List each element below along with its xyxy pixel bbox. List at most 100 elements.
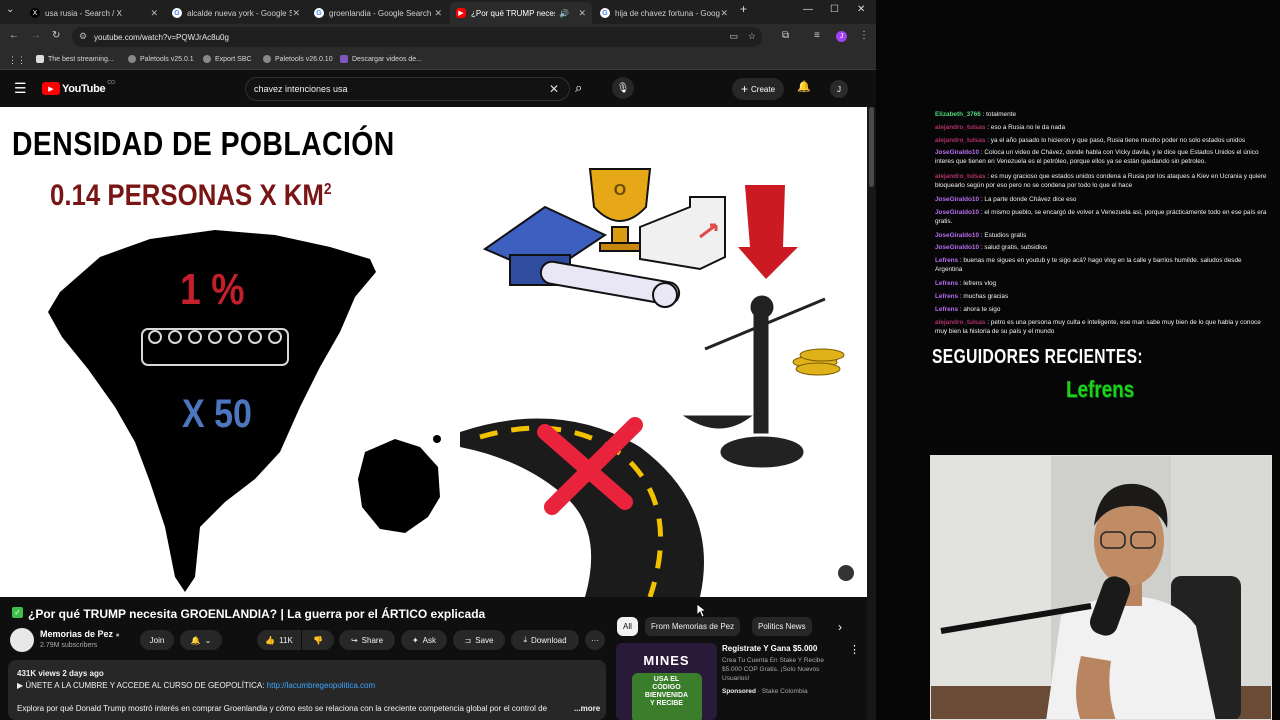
chip-from-channel[interactable]: From Memorias de Pez <box>645 617 741 636</box>
chat-username: JoseGiraldo10 <box>935 232 980 239</box>
tab-usa-rusia[interactable]: X usa rusia - Search / X ✕ <box>24 2 164 24</box>
show-more-link[interactable]: ...more <box>574 704 600 713</box>
dislike-button[interactable]: 👎 <box>302 630 334 650</box>
search-icon[interactable]: ⌕ <box>575 80 582 96</box>
close-window-icon[interactable]: ✕ <box>857 4 865 15</box>
bookmark-item[interactable]: Descargar videos de... <box>340 55 422 63</box>
notifications-bell-icon[interactable]: 🔔 <box>797 80 811 93</box>
bookmark-item[interactable]: The best streaming... <box>36 55 114 63</box>
forward-icon[interactable]: → <box>31 30 41 41</box>
balance-scale-icon <box>682 295 826 468</box>
like-button[interactable]: 👍 11K <box>257 630 301 650</box>
checkmark-emoji-icon: ✓ <box>12 607 23 618</box>
chip-politics-news[interactable]: Politics News <box>752 617 812 636</box>
close-tab-icon[interactable]: ✕ <box>578 8 586 19</box>
close-tab-icon[interactable]: ✕ <box>292 8 300 19</box>
channel-avatar[interactable] <box>10 628 34 652</box>
google-icon: G <box>172 8 182 18</box>
page-scrollbar[interactable] <box>867 107 876 720</box>
hamburger-menu-icon[interactable]: ☰ <box>14 81 27 95</box>
chat-message: alejandro_tulsas : eso a Rusia no le da … <box>935 123 1270 132</box>
bell-icon: 🔔 <box>190 635 201 645</box>
chat-username: alejandro_tulsas <box>935 173 986 180</box>
share-button[interactable]: ↪ Share <box>339 630 395 650</box>
bookmark-item[interactable]: Paletools v26.0.10 <box>263 55 333 63</box>
youtube-play-icon: ▶ <box>42 82 60 95</box>
chat-message: Lefrens : ahora te sigo <box>935 305 1270 314</box>
close-tab-icon[interactable]: ✕ <box>720 8 728 19</box>
join-button[interactable]: Join <box>140 630 174 650</box>
google-icon: G <box>314 8 324 18</box>
advertiser-name: · Stake Colombia <box>757 688 808 695</box>
scrollbar-thumb[interactable] <box>869 107 874 187</box>
close-tab-icon[interactable]: ✕ <box>434 8 442 19</box>
chat-username: Lefrens <box>935 280 959 287</box>
download-button[interactable]: ⤓ Download <box>511 630 579 650</box>
profile-avatar[interactable]: J <box>836 31 847 42</box>
media-icon[interactable]: ≡ <box>814 30 820 41</box>
chat-message: Lefrens : buenas me sigues en youtub y t… <box>935 256 1270 274</box>
country-code: CO <box>107 79 115 86</box>
bookmark-item[interactable]: Export SBC <box>203 55 252 63</box>
minimize-icon[interactable]: — <box>803 4 813 15</box>
video-illustration: O <box>48 168 854 597</box>
tab-por-que-trump[interactable]: ▶ ¿Por qué TRUMP neces 🔊 ✕ <box>450 2 592 24</box>
subscribed-bell-button[interactable]: 🔔 ⌄ <box>180 630 222 650</box>
stairs-chart-icon <box>639 196 726 271</box>
cast-icon[interactable]: ▭ <box>729 31 738 42</box>
extensions-icon[interactable]: ⧉ <box>782 30 789 41</box>
site-info-icon[interactable]: ⚙ <box>79 31 87 42</box>
chat-message: alejandro_tulsas : ya el año pasado lo h… <box>935 136 1270 145</box>
bookmark-label: Paletools v25.0.1 <box>140 55 194 63</box>
maximize-icon[interactable]: ☐ <box>830 4 839 15</box>
voice-search-icon[interactable]: 🎙 <box>612 77 634 99</box>
google-icon: G <box>600 8 610 18</box>
video-description[interactable]: 431K views 2 days ago ▶ ÚNETE A LA CUMBR… <box>8 660 606 720</box>
youtube-avatar[interactable]: J <box>830 80 848 98</box>
speaker-icon[interactable]: 🔊 <box>559 9 569 18</box>
bookmark-star-icon[interactable]: ☆ <box>748 31 756 42</box>
description-link[interactable]: http://lacumbregeopolitica.com <box>267 681 376 690</box>
join-label: Join <box>149 635 165 645</box>
tab-hija-de-chavez[interactable]: G hija de chavez fortuna - Google ✕ <box>594 2 734 24</box>
reload-icon[interactable]: ↻ <box>52 30 60 41</box>
chat-username: Elizabeth_3766 <box>935 111 981 118</box>
address-bar[interactable]: ⚙ youtube.com/watch?v=PQWJrAc8u0g ▭ ☆ <box>72 27 762 47</box>
search-input[interactable]: chavez intenciones usa ✕ <box>245 77 570 101</box>
chip-all[interactable]: All <box>617 617 638 636</box>
tab-search-chevron-icon[interactable]: ⌄ <box>6 4 14 15</box>
download-label: Download <box>530 635 567 645</box>
apps-grid-icon[interactable]: ⋮⋮ <box>8 55 26 66</box>
bookmarks-bar: ⋮⋮ The best streaming... Paletools v25.0… <box>0 50 876 70</box>
channel-name[interactable]: Memorias de Pez ● <box>40 629 120 639</box>
ad-thumbnail[interactable]: MINES USA EL CÓDIGO BIENVENIDA Y RECIBE <box>616 643 717 720</box>
video-player[interactable]: DENSIDAD DE POBLACIÓN 0.14 PERSONAS X KM… <box>0 107 867 597</box>
chat-username: JoseGiraldo10 <box>935 244 980 251</box>
tab-alcalde-nueva-york[interactable]: G alcalde nueva york - Google Se ✕ <box>166 2 306 24</box>
ad-title[interactable]: Regístrate Y Gana $5.000 <box>722 644 817 653</box>
youtube-logo[interactable]: ▶ YouTube CO <box>42 79 115 95</box>
description-line-2: Explora por qué Donald Trump mostró inte… <box>17 704 548 713</box>
chat-message: alejandro_tulsas : petro es una persona … <box>935 318 1270 336</box>
new-tab-icon[interactable]: + <box>740 2 747 16</box>
create-button[interactable]: + Create <box>732 78 784 100</box>
menu-kebab-icon[interactable]: ⋮ <box>859 30 869 41</box>
chips-next-chevron-icon[interactable]: › <box>838 620 842 634</box>
close-tab-icon[interactable]: ✕ <box>150 8 158 19</box>
thumbs-up-icon: 👍 <box>265 635 276 645</box>
clear-search-icon[interactable]: ✕ <box>549 82 559 96</box>
share-icon: ↪ <box>350 635 358 645</box>
chat-message: Elizabeth_3766 : totalmente <box>935 110 1270 119</box>
recent-follower-name: Lefrens <box>1066 376 1135 402</box>
save-button[interactable]: ⊐ Save <box>453 630 505 650</box>
chat-username: alejandro_tulsas <box>935 319 986 326</box>
tab-label: alcalde nueva york - Google Se <box>187 8 293 18</box>
back-icon[interactable]: ← <box>9 30 19 41</box>
ask-button[interactable]: ✦ Ask <box>401 630 447 650</box>
tab-groenlandia[interactable]: G groenlandia - Google Search ✕ <box>308 2 448 24</box>
more-dots-icon: ··· <box>591 635 599 645</box>
bookmark-item[interactable]: Paletools v25.0.1 <box>128 55 194 63</box>
chat-username: JoseGiraldo10 <box>935 196 980 203</box>
ad-menu-kebab-icon[interactable]: ⋮ <box>849 643 860 656</box>
more-actions-button[interactable]: ··· <box>585 630 605 650</box>
